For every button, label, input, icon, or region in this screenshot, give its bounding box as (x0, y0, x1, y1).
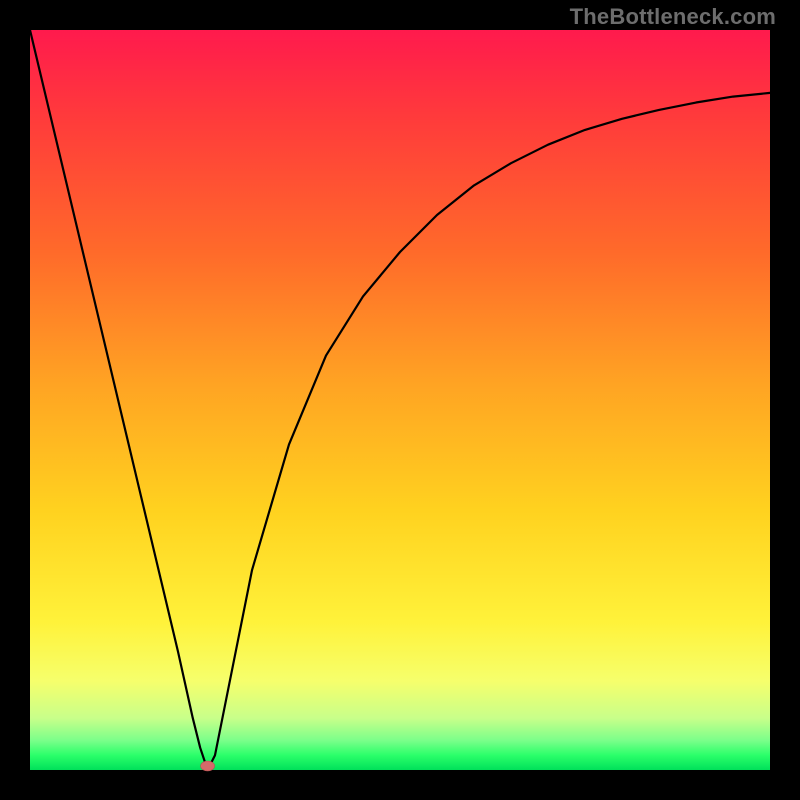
branding-text: TheBottleneck.com (570, 4, 776, 30)
curve-svg (30, 30, 770, 770)
chart-frame: TheBottleneck.com (0, 0, 800, 800)
plot-area (30, 30, 770, 770)
bottleneck-curve (30, 30, 770, 770)
minimum-point-marker (201, 761, 215, 771)
